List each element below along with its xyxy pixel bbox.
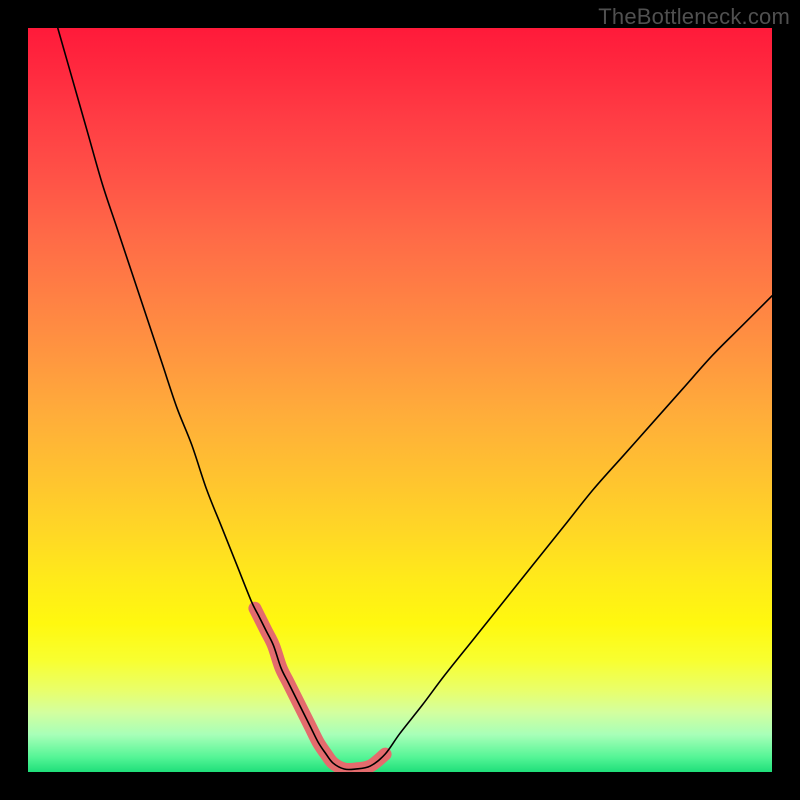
heat-gradient: [28, 28, 772, 772]
plot-area: [28, 28, 772, 772]
watermark-text: TheBottleneck.com: [598, 4, 790, 30]
chart-stage: TheBottleneck.com: [0, 0, 800, 800]
